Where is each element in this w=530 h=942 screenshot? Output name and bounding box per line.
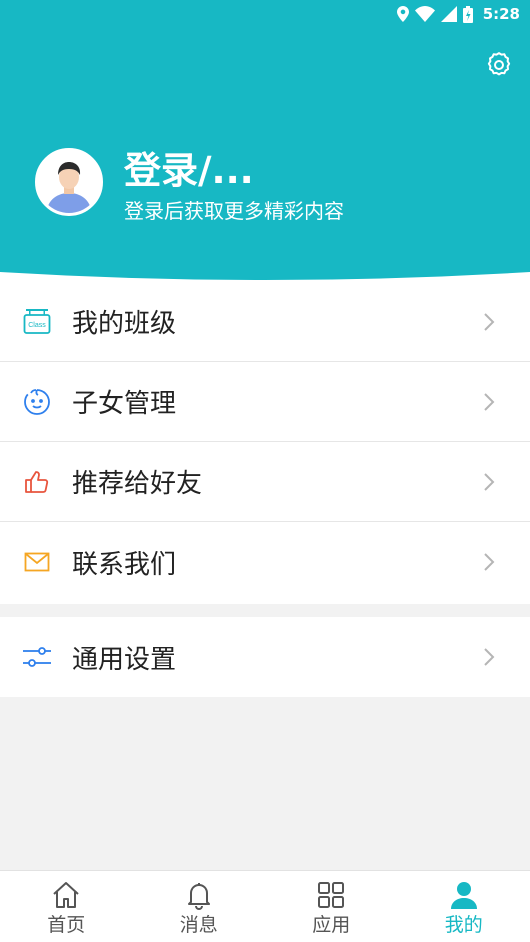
menu-item-label: 子女管理 — [72, 389, 177, 419]
wifi-icon — [414, 6, 435, 22]
chevron-right-icon — [482, 551, 496, 573]
signal-icon — [440, 6, 457, 22]
nav-label: 应用 — [312, 914, 351, 936]
login-subtitle: 登录后获取更多精彩内容 — [124, 199, 344, 223]
nav-label: 消息 — [179, 914, 218, 936]
menu-item-label: 通用设置 — [72, 644, 177, 675]
menu-item-recommend-friend[interactable]: 推荐给好友 — [0, 442, 530, 522]
menu-item-label: 联系我们 — [72, 549, 177, 580]
menu-group-main: Class 我的班级 子女管理 推荐给好友 联系我们 — [0, 282, 530, 604]
status-bar: 5:28 — [0, 0, 530, 28]
bottom-nav: 首页 消息 应用 我的 — [0, 870, 530, 942]
menu-item-general-settings[interactable]: 通用设置 — [0, 617, 530, 697]
menu-group-settings: 通用设置 — [0, 617, 530, 697]
sliders-icon — [22, 642, 52, 672]
nav-home[interactable]: 首页 — [0, 871, 133, 942]
menu-item-label: 推荐给好友 — [72, 469, 203, 499]
chevron-right-icon — [482, 471, 496, 493]
status-time: 5:28 — [482, 5, 520, 23]
chevron-right-icon — [482, 311, 496, 333]
nav-label: 首页 — [47, 914, 86, 936]
login-title[interactable]: 登录/... — [124, 148, 254, 194]
svg-text:Class: Class — [28, 322, 46, 329]
child-face-icon — [22, 387, 52, 417]
nav-messages[interactable]: 消息 — [133, 871, 266, 942]
settings-button[interactable] — [482, 50, 516, 84]
avatar[interactable] — [35, 148, 103, 216]
header-curve — [0, 272, 530, 282]
location-icon — [396, 6, 409, 22]
chevron-right-icon — [482, 646, 496, 668]
battery-icon — [462, 5, 473, 23]
grid-icon — [315, 879, 347, 911]
gear-icon — [484, 50, 514, 84]
menu-item-label: 我的班级 — [72, 309, 177, 339]
thumbs-up-icon — [22, 467, 52, 497]
menu-item-children-management[interactable]: 子女管理 — [0, 362, 530, 442]
nav-apps[interactable]: 应用 — [265, 871, 398, 942]
avatar-person-icon — [38, 151, 100, 213]
profile-header — [0, 0, 530, 282]
nav-label: 我的 — [444, 914, 483, 936]
home-icon — [50, 879, 82, 911]
chevron-right-icon — [482, 391, 496, 413]
class-icon: Class — [22, 307, 52, 337]
mail-icon — [22, 547, 52, 577]
menu-item-my-class[interactable]: Class 我的班级 — [0, 282, 530, 362]
bell-icon — [183, 879, 215, 911]
nav-mine[interactable]: 我的 — [398, 871, 530, 942]
menu-item-contact-us[interactable]: 联系我们 — [0, 522, 530, 602]
person-icon — [448, 879, 480, 911]
